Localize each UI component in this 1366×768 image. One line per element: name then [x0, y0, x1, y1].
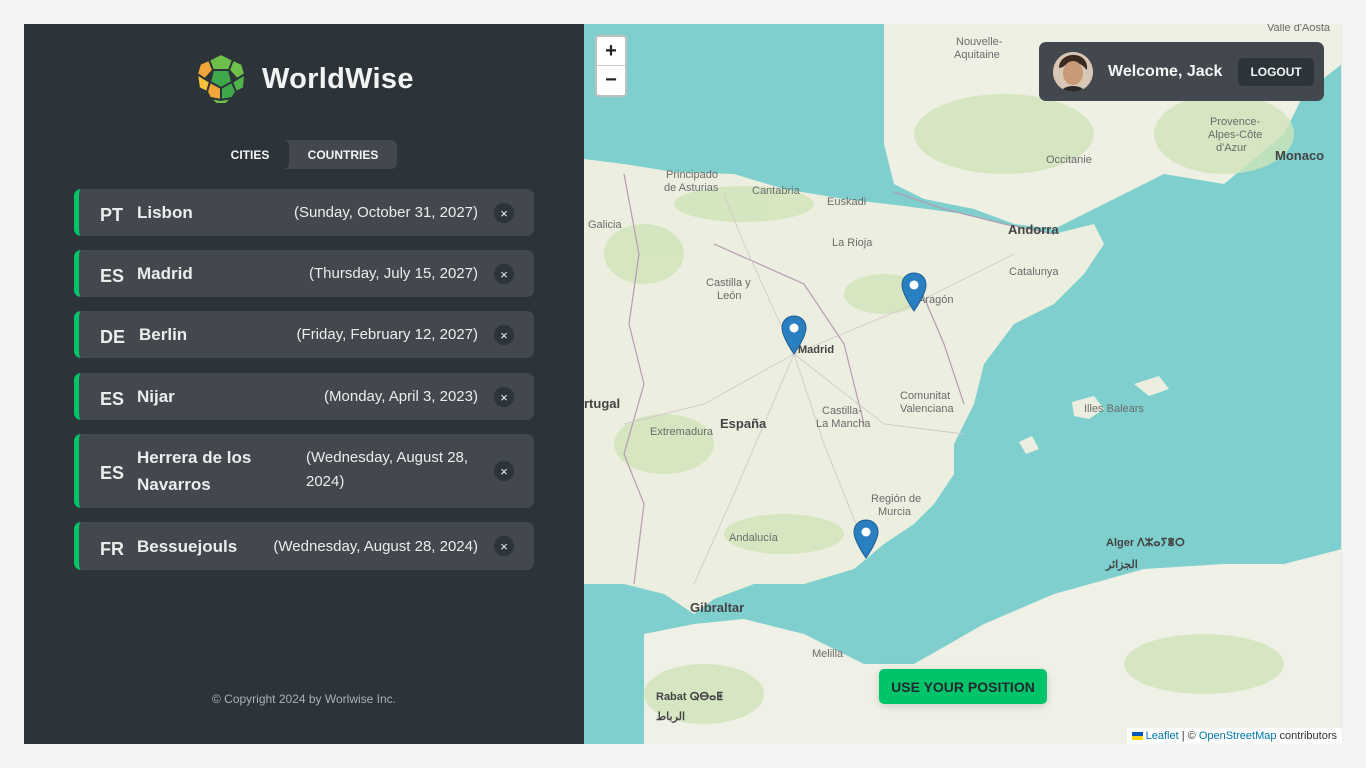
map-label: Melilla — [812, 648, 844, 660]
country-code: FR — [100, 539, 124, 559]
map-marker-nijar[interactable] — [853, 519, 879, 559]
logo[interactable]: WorldWise — [194, 52, 414, 106]
country-code: PT — [100, 205, 124, 225]
map-label: Extremadura — [650, 426, 713, 438]
openstreetmap-link[interactable]: OpenStreetMap — [1199, 730, 1277, 742]
visit-date-line-1: (Wednesday, August 28, — [306, 449, 469, 466]
delete-city-button[interactable]: × — [494, 461, 514, 481]
city-name: Bessuejouls — [137, 537, 238, 556]
app-root: WorldWise CITIES COUNTRIES PT Lisbon (Su… — [24, 24, 1342, 744]
map-label: Valenciana — [900, 403, 954, 415]
country-code: ES — [100, 389, 125, 409]
avatar — [1053, 51, 1093, 92]
city-item-lisbon[interactable]: PT Lisbon (Sunday, October 31, 2027) × — [74, 189, 534, 236]
country-code: ES — [100, 463, 125, 483]
zoom-in-button[interactable]: + — [597, 37, 625, 66]
city-name: Nijar — [137, 387, 175, 406]
user-panel: Welcome, Jack LOGOUT — [1039, 42, 1324, 101]
map-label: Occitanie — [1046, 154, 1092, 166]
city-name: Madrid — [137, 264, 193, 283]
map-label: Castilla- — [822, 405, 862, 417]
tab-cities[interactable]: CITIES — [211, 140, 289, 169]
visit-date-line-2: 2024) — [306, 473, 345, 490]
map-label: La Rioja — [832, 237, 873, 249]
city-item-bessuejouls[interactable]: FR Bessuejouls (Wednesday, August 28, 20… — [74, 522, 534, 570]
visit-date: (Wednesday, August 28, 2024) — [273, 538, 478, 555]
map-label: Euskadi — [827, 196, 867, 208]
map-label: Nouvelle- — [956, 36, 1003, 48]
map-label: Principado — [666, 169, 718, 181]
map-label: Galicia — [588, 219, 622, 231]
delete-city-button[interactable]: × — [494, 325, 514, 345]
delete-city-button[interactable]: × — [494, 203, 514, 223]
city-name: Lisbon — [137, 203, 193, 222]
city-name-line-1: Herrera de los — [137, 448, 252, 467]
tab-countries[interactable]: COUNTRIES — [289, 140, 397, 169]
user-photo-icon — [1053, 51, 1093, 92]
welcome-text: Welcome, Jack — [1108, 62, 1223, 80]
map-label: Región de — [871, 493, 922, 505]
map-label: León — [717, 290, 742, 302]
map-label: الرباط — [656, 711, 686, 723]
zoom-control: + − — [595, 35, 627, 97]
globe-logo-icon — [195, 52, 247, 105]
view-tabs: CITIES COUNTRIES — [211, 140, 397, 169]
map-label: d'Azur — [1216, 142, 1247, 154]
city-name-line-2: Navarros — [137, 475, 211, 494]
city-item-berlin[interactable]: DE Berlin (Friday, February 12, 2027) × — [74, 311, 534, 358]
sidebar: WorldWise CITIES COUNTRIES PT Lisbon (Su… — [24, 24, 584, 744]
map-marker-madrid[interactable] — [781, 315, 807, 355]
map-label: Rabat ⵕⴱⴰⵟ — [656, 691, 724, 703]
map-label: Gibraltar — [690, 600, 745, 615]
map-attribution: Leaflet | © OpenStreetMap contributors — [1126, 728, 1342, 744]
app-name: WorldWise — [262, 62, 414, 95]
map-label: الجزائر — [1106, 559, 1138, 571]
map-label: de Asturias — [664, 182, 719, 194]
map-label: Aquitaine — [954, 49, 1000, 61]
attribution-separator: | © — [1178, 730, 1199, 742]
map-label: Castilla y — [706, 277, 751, 289]
attribution-contributors: contributors — [1276, 730, 1337, 742]
visit-date: (Monday, April 3, 2023) — [324, 388, 478, 405]
city-item-nijar[interactable]: ES Nijar (Monday, April 3, 2023) × — [74, 373, 534, 420]
map-marker-herrera-de-los-navarros[interactable] — [901, 272, 927, 312]
use-your-position-button[interactable]: USE YOUR POSITION — [879, 669, 1047, 704]
ukraine-flag-icon — [1131, 732, 1143, 741]
delete-city-button[interactable]: × — [494, 536, 514, 556]
map-label: Illes Balears — [1084, 403, 1144, 415]
logout-button[interactable]: LOGOUT — [1238, 57, 1314, 86]
map-label: Catalunya — [1009, 266, 1059, 278]
visit-date: (Sunday, October 31, 2027) — [294, 204, 478, 221]
city-item-madrid[interactable]: ES Madrid (Thursday, July 15, 2027) × — [74, 250, 534, 297]
map-label: Alpes-Côte — [1208, 129, 1263, 141]
map-label: Alger ⴷⵣⴰⵢⴻⵔ — [1106, 537, 1185, 549]
country-code: ES — [100, 266, 125, 286]
city-name: Berlin — [139, 325, 188, 344]
map-label: Comunitat — [900, 390, 951, 402]
visit-date: (Thursday, July 15, 2027) — [309, 265, 478, 282]
delete-city-button[interactable]: × — [494, 264, 514, 284]
map-label: Provence- — [1210, 116, 1261, 128]
map-label: La Mancha — [816, 418, 871, 430]
map-label: España — [720, 416, 767, 431]
map-label: rtugal — [584, 396, 621, 411]
map-container[interactable]: Nouvelle- Aquitaine Valle d'Aosta Proven… — [584, 24, 1342, 744]
map-label: Cantabria — [752, 185, 800, 197]
map-label: Murcia — [878, 506, 912, 518]
city-item-herrera-de-los-navarros[interactable]: ES Herrera de los Navarros (Wednesday, A… — [74, 434, 534, 508]
leaflet-link[interactable]: Leaflet — [1146, 730, 1179, 742]
map-label: Andalucía — [729, 532, 778, 544]
country-code: DE — [100, 327, 126, 347]
map-label: Valle d'Aosta — [1267, 24, 1331, 34]
map-label: Andorra — [1008, 222, 1059, 237]
zoom-out-button[interactable]: − — [597, 66, 625, 95]
map-label: Monaco — [1275, 148, 1325, 163]
delete-city-button[interactable]: × — [494, 387, 514, 407]
visit-date: (Friday, February 12, 2027) — [296, 326, 478, 343]
copyright-footer: © Copyright 2024 by Worlwise Inc. — [211, 692, 397, 706]
